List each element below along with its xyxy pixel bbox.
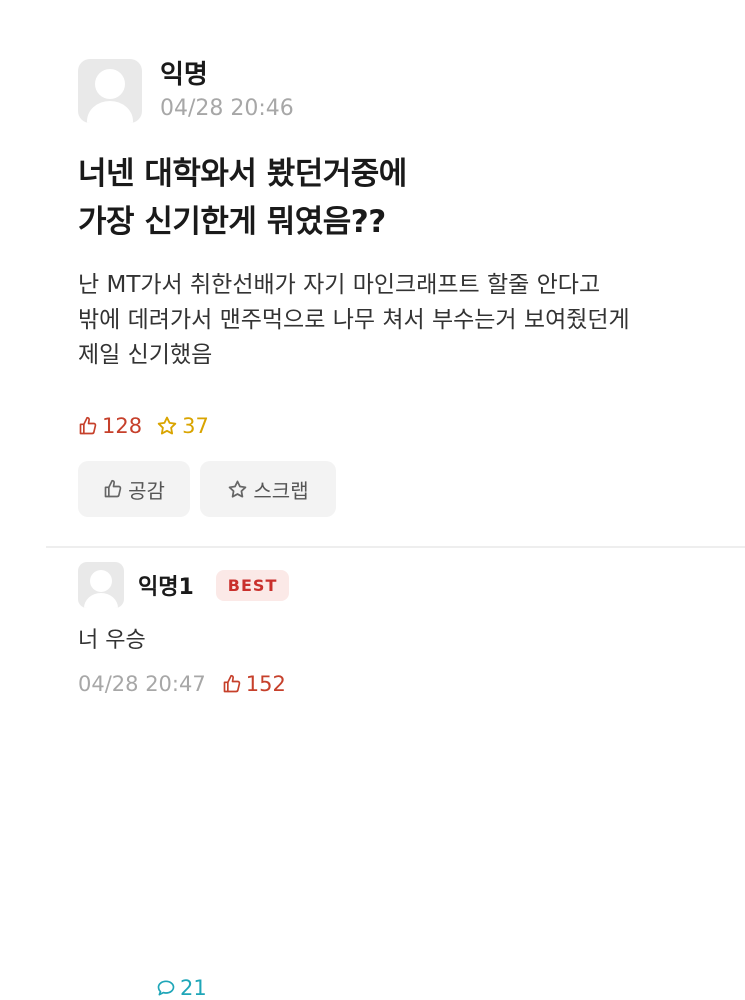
scrap-count-value: 37 (182, 414, 209, 438)
comment-count: 21 (156, 976, 745, 1000)
scrap-button-label: 스크랩 (253, 478, 309, 503)
divider (46, 546, 745, 548)
post-stats: 128 21 37 (78, 414, 223, 1000)
post-time: 04/28 20:46 (160, 96, 294, 121)
thumbs-up-icon (104, 479, 122, 498)
comment-count-value: 21 (180, 976, 207, 1000)
post-title-line: 가장 신기한게 뭐였음?? (78, 204, 386, 240)
comment-item: 익명1 BEST 너 우승 04/28 20:47 152 (78, 562, 718, 696)
post-actions: 공감 스크랩 (78, 461, 346, 517)
comment-meta: 04/28 20:47 152 (78, 672, 718, 696)
comment-text: 너 우승 (78, 628, 146, 653)
scrap-button[interactable]: 스크랩 (200, 461, 336, 517)
post-title-line: 너넨 대학와서 봤던거중에 (78, 156, 407, 192)
like-button[interactable]: 공감 (78, 461, 190, 517)
author-meta: 익명 04/28 20:46 (160, 58, 294, 124)
star-icon (157, 416, 177, 435)
comment-like-count[interactable]: 152 (222, 672, 286, 696)
comment-time: 04/28 20:47 (78, 672, 206, 696)
post-body-line: 밖에 데려가서 맨주먹으로 나무 쳐서 부수는거 보여줬던게 (78, 307, 630, 333)
star-icon (229, 480, 247, 498)
scrap-count: 37 (156, 414, 209, 438)
avatar (78, 562, 124, 608)
post-body-line: 난 MT가서 취한선배가 자기 마인크래프트 할줄 안다고 (78, 272, 601, 298)
post-body-line: 제일 신기했음 (78, 342, 213, 368)
comment-head: 익명1 BEST (78, 562, 718, 608)
thumbs-up-icon (223, 674, 241, 693)
thumbs-up-icon (79, 416, 97, 435)
like-button-label: 공감 (128, 478, 165, 503)
post-author-row: 익명 04/28 20:46 (78, 58, 294, 124)
post-title: 너넨 대학와서 봤던거중에 가장 신기한게 뭐였음?? (78, 150, 698, 246)
comment-like-value: 152 (245, 672, 286, 696)
author-name: 익명 (160, 60, 208, 90)
best-badge: BEST (215, 569, 290, 601)
post-body: 난 MT가서 취한선배가 자기 마인크래프트 할줄 안다고 밖에 데려가서 맨주… (78, 268, 718, 373)
speech-bubble-icon (157, 980, 175, 996)
avatar (78, 59, 142, 123)
like-count-value: 128 (102, 414, 143, 438)
comment-author: 익명1 (138, 575, 194, 600)
like-count: 128 (78, 414, 142, 438)
